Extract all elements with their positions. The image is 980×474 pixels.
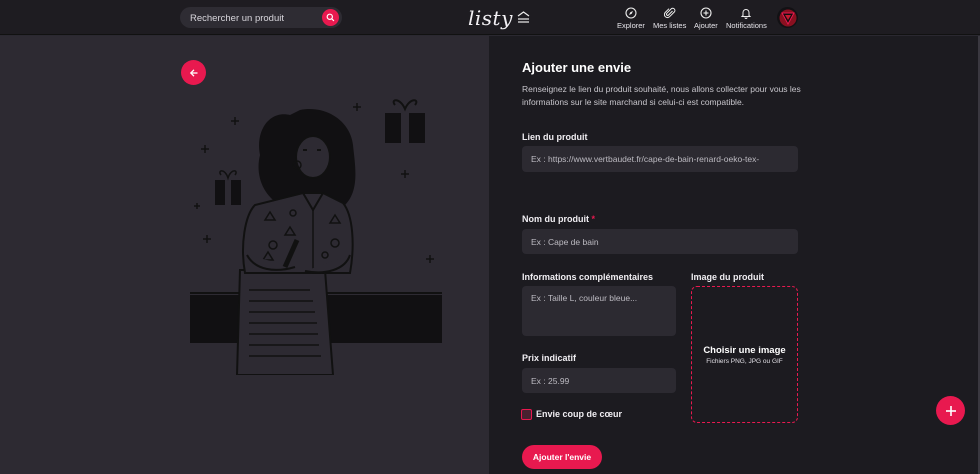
- choose-image-text: Choisir une image: [703, 344, 786, 356]
- image-label: Image du produit: [691, 272, 764, 282]
- nav-label: Ajouter: [694, 21, 718, 30]
- image-formats-text: Fichiers PNG, JPG ou GIF: [706, 357, 783, 365]
- additional-info-textarea[interactable]: [522, 286, 676, 336]
- gift-logo-icon: [517, 11, 530, 23]
- name-label: Nom du produit *: [522, 214, 595, 224]
- add-wish-button[interactable]: Ajouter l'envie: [522, 445, 602, 469]
- link-label: Lien du produit: [522, 132, 588, 142]
- product-link-input[interactable]: [522, 146, 798, 172]
- price-label: Prix indicatif: [522, 353, 577, 363]
- nav-explorer[interactable]: Explorer: [617, 7, 645, 30]
- page-title: Ajouter une envie: [522, 60, 632, 75]
- required-mark: *: [591, 214, 596, 224]
- search-button[interactable]: [322, 9, 339, 26]
- search-box[interactable]: [180, 7, 342, 28]
- info-label: Informations complémentaires: [522, 272, 654, 282]
- floating-add-button[interactable]: [936, 396, 965, 425]
- paperclip-icon: [663, 7, 676, 19]
- image-dropzone[interactable]: Choisir une image Fichiers PNG, JPG ou G…: [691, 286, 798, 423]
- nav-notifications[interactable]: Notifications: [726, 7, 767, 30]
- back-button[interactable]: [181, 60, 206, 85]
- price-input[interactable]: [522, 368, 676, 393]
- favorite-label[interactable]: Envie coup de cœur: [536, 409, 622, 419]
- plus-icon: [945, 405, 956, 416]
- plus-circle-icon: [700, 7, 712, 19]
- favorite-checkbox[interactable]: [521, 409, 532, 420]
- name-label-text: Nom du produit: [522, 214, 589, 224]
- nav-label: Notifications: [726, 21, 767, 30]
- bell-icon: [740, 7, 752, 19]
- nav-label: Explorer: [617, 21, 645, 30]
- compass-icon: [625, 7, 637, 19]
- top-bar: listy Explorer Mes listes Ajouter Notifi…: [0, 0, 980, 35]
- search-icon: [326, 13, 335, 22]
- nav-label: Mes listes: [653, 21, 687, 30]
- woman-writing-wishlist-illustration: [190, 99, 442, 375]
- product-name-input[interactable]: [522, 229, 798, 254]
- listy-logo[interactable]: listy: [468, 4, 530, 32]
- arrow-left-icon: [189, 68, 197, 77]
- search-input[interactable]: [190, 11, 318, 25]
- nav-mes-listes[interactable]: Mes listes: [653, 7, 686, 30]
- nav-ajouter[interactable]: Ajouter: [694, 7, 718, 30]
- logo-text: listy: [468, 6, 513, 30]
- form-description: Renseignez le lien du produit souhaité, …: [522, 84, 801, 107]
- avatar-emblem-icon: [779, 9, 796, 26]
- user-avatar[interactable]: [777, 7, 798, 28]
